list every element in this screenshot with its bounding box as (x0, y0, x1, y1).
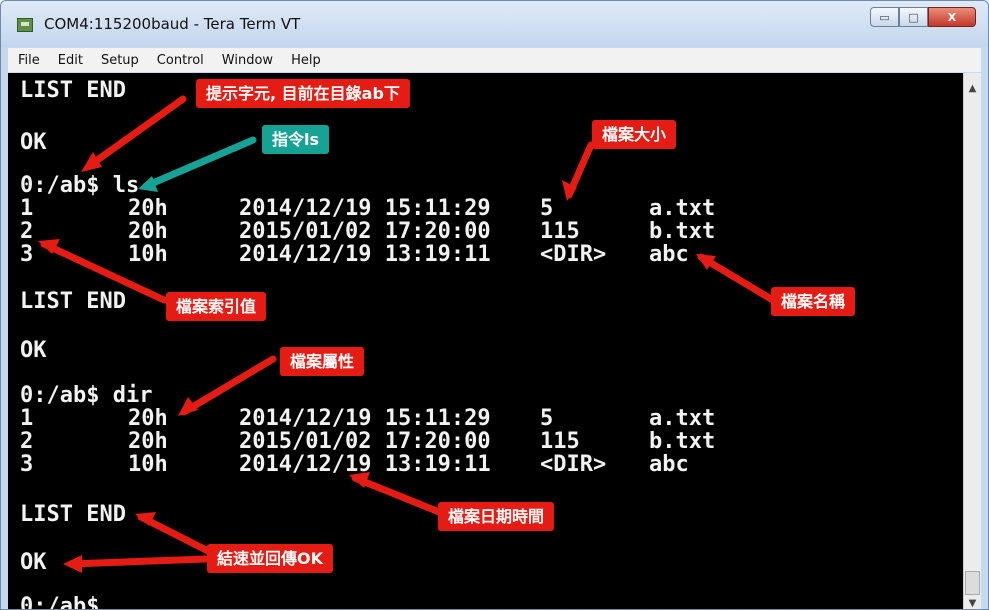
row-size: 5 (540, 196, 554, 221)
menu-file[interactable]: File (18, 53, 40, 68)
row-name: b.txt (649, 219, 716, 244)
row-name: b.txt (649, 429, 716, 454)
menu-setup[interactable]: Setup (101, 53, 139, 68)
callout-file-name: 檔案名稱 (771, 287, 856, 316)
row-index: 1 (20, 406, 34, 431)
terminal-line-list-end-3: LIST END (20, 502, 126, 527)
close-icon: X (947, 10, 957, 24)
row-attr: 20h (128, 196, 168, 221)
terminal-line-ok: OK (20, 130, 47, 155)
row-name: a.txt (649, 406, 716, 431)
maximize-icon: □ (908, 10, 919, 24)
row-name: abc (649, 452, 689, 477)
row-date: 2014/12/19 15:11:29 (239, 196, 491, 221)
scroll-up-arrow-icon[interactable]: ▲ (966, 81, 979, 95)
menu-bar: File Edit Setup Control Window Help (8, 48, 981, 72)
row-size: 5 (540, 406, 554, 431)
terminal-prompt-ls: 0:/ab$ ls (20, 173, 140, 198)
row-size: <DIR> (540, 452, 607, 477)
row-attr: 20h (128, 219, 168, 244)
menu-window[interactable]: Window (222, 53, 273, 68)
terminal-line-list-end: LIST END (20, 78, 126, 103)
callout-prompt: 提示字元, 目前在目錄ab下 (196, 79, 410, 108)
row-name: a.txt (649, 196, 716, 221)
terminal-row-ls-2: 2 20h 2015/01/02 17:20:00 115 b.txt (20, 219, 715, 244)
terminal-line-ok-3: OK (20, 550, 47, 575)
row-date: 2015/01/02 17:20:00 (239, 429, 491, 454)
row-size: 115 (540, 219, 580, 244)
tera-term-window: COM4:115200baud - Tera Term VT ▭ □ X Fil… (0, 0, 989, 610)
row-index: 1 (20, 196, 34, 221)
row-attr: 20h (128, 406, 168, 431)
callout-file-size: 檔案大小 (592, 120, 677, 149)
callout-file-attr: 檔案屬性 (280, 347, 365, 376)
row-date: 2014/12/19 13:19:11 (239, 242, 491, 267)
scroll-down-arrow-icon[interactable]: ▼ (966, 596, 979, 609)
window-title: COM4:115200baud - Tera Term VT (44, 15, 301, 33)
row-index: 3 (20, 242, 34, 267)
row-index: 2 (20, 429, 34, 454)
terminal-line-list-end-2: LIST END (20, 289, 126, 314)
callout-end-ok: 結速並回傳OK (207, 544, 334, 573)
terminal-row-dir-2: 2 20h 2015/01/02 17:20:00 115 b.txt (20, 429, 715, 454)
callout-file-datetime: 檔案日期時間 (438, 502, 555, 531)
row-name: abc (649, 242, 689, 267)
vertical-scrollbar[interactable]: ▲ ▼ (963, 73, 981, 609)
terminal-row-dir-3: 3 10h 2014/12/19 13:19:11 <DIR> abc (20, 452, 689, 477)
title-bar[interactable]: COM4:115200baud - Tera Term VT ▭ □ X (1, 1, 988, 47)
row-date: 2014/12/19 13:19:11 (239, 452, 491, 477)
terminal-final-prompt: 0:/ab$ (20, 594, 100, 610)
menu-edit[interactable]: Edit (58, 53, 83, 68)
minimize-icon: ▭ (879, 10, 890, 24)
window-controls: ▭ □ X (870, 7, 976, 27)
callout-file-index: 檔案索引值 (166, 292, 267, 321)
close-button[interactable]: X (928, 7, 976, 27)
terminal-prompt-dir: 0:/ab$ dir (20, 383, 153, 408)
callout-command-ls: 指令ls (262, 125, 330, 154)
menu-help[interactable]: Help (291, 53, 321, 68)
menu-control[interactable]: Control (157, 53, 204, 68)
minimize-button[interactable]: ▭ (870, 7, 899, 27)
row-index: 2 (20, 219, 34, 244)
terminal-row-ls-1: 1 20h 2014/12/19 15:11:29 5 a.txt (20, 196, 715, 221)
row-date: 2015/01/02 17:20:00 (239, 219, 491, 244)
tera-term-app-icon (17, 18, 33, 32)
row-size: <DIR> (540, 242, 607, 267)
maximize-button[interactable]: □ (899, 7, 928, 27)
row-attr: 10h (128, 452, 168, 477)
terminal-row-dir-1: 1 20h 2014/12/19 15:11:29 5 a.txt (20, 406, 715, 431)
scroll-thumb[interactable] (965, 571, 980, 595)
terminal-line-ok-2: OK (20, 338, 47, 363)
row-attr: 10h (128, 242, 168, 267)
row-date: 2014/12/19 15:11:29 (239, 406, 491, 431)
row-size: 115 (540, 429, 580, 454)
row-attr: 20h (128, 429, 168, 454)
row-index: 3 (20, 452, 34, 477)
terminal-row-ls-3: 3 10h 2014/12/19 13:19:11 <DIR> abc (20, 242, 689, 267)
